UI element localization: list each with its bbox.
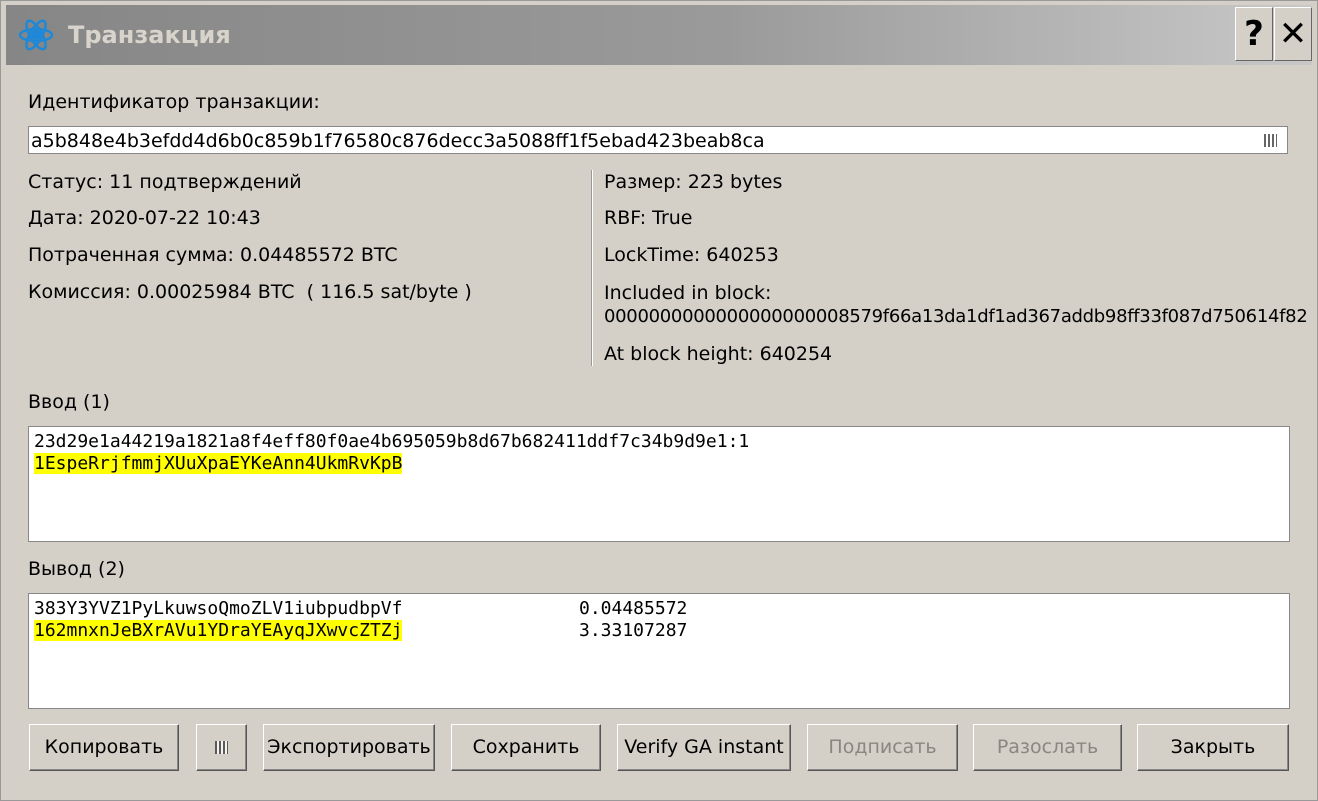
fee-text: Комиссия: 0.00025984 BTC ( 116.5 sat/byt…	[28, 281, 472, 303]
copy-button[interactable]: Копировать	[29, 724, 179, 771]
locktime-text: LockTime: 640253	[604, 244, 779, 266]
block-hash: 0000000000000000000008579f66a13da1df1ad3…	[604, 306, 1308, 327]
electrum-logo-icon	[18, 19, 54, 51]
qr-button[interactable]	[196, 724, 247, 771]
output-row: 383Y3YVZ1PyLkuwsoQmoZLV1iubpudbpVf 0.0448…	[34, 598, 1284, 620]
input-address: 1EspeRrjfmmjXUuXpaEYKeAnn4UkmRvKpB	[34, 453, 403, 474]
outputs-label: Вывод (2)	[28, 558, 125, 580]
block-label: Included in block:	[604, 282, 772, 304]
txid-value: a5b848e4b3efdd4d6b0c859b1f76580c876decc3…	[31, 130, 765, 152]
verify-ga-instant-button[interactable]: Verify GA instant	[617, 724, 791, 771]
window-title: Транзакция	[68, 21, 231, 49]
outputs-box[interactable]: 383Y3YVZ1PyLkuwsoQmoZLV1iubpudbpVf 0.0448…	[28, 593, 1290, 709]
close-window-button[interactable]: ✕	[1274, 7, 1312, 61]
output-amount: 0.04485572	[579, 598, 688, 619]
export-button[interactable]: Экспортировать	[263, 724, 435, 771]
size-text: Размер: 223 bytes	[604, 171, 783, 193]
block-height-text: At block height: 640254	[604, 343, 833, 365]
txid-field[interactable]: a5b848e4b3efdd4d6b0c859b1f76580c876decc3…	[28, 126, 1288, 154]
close-button[interactable]: Закрыть	[1137, 724, 1289, 771]
qr-code-icon[interactable]	[1264, 134, 1277, 147]
inputs-label: Ввод (1)	[28, 391, 110, 413]
inputs-box[interactable]: 23d29e1a44219a1821a8f4eff80f0ae4b695059b…	[28, 426, 1290, 542]
output-address: 383Y3YVZ1PyLkuwsoQmoZLV1iubpudbpVf	[34, 598, 403, 619]
output-row: 162mnxnJeBXrAVu1YDraYEAyqJXwvcZTZj 3.3310…	[34, 620, 1284, 642]
broadcast-button: Разослать	[973, 724, 1122, 771]
title-bar: Транзакция	[6, 5, 1312, 65]
output-address: 162mnxnJeBXrAVu1YDraYEAyqJXwvcZTZj	[34, 620, 403, 641]
sign-button: Подписать	[807, 724, 958, 771]
output-amount: 3.33107287	[579, 620, 688, 641]
amount-sent-text: Потраченная сумма: 0.04485572 BTC	[28, 244, 398, 266]
rbf-text: RBF: True	[604, 207, 693, 229]
input-prevout: 23d29e1a44219a1821a8f4eff80f0ae4b695059b…	[34, 431, 750, 452]
save-button[interactable]: Сохранить	[451, 724, 601, 771]
qr-code-icon	[215, 741, 228, 754]
date-text: Дата: 2020-07-22 10:43	[28, 207, 261, 229]
divider	[591, 170, 593, 366]
help-button[interactable]: ?	[1235, 7, 1273, 61]
status-text: Статус: 11 подтверждений	[28, 171, 302, 193]
txid-label: Идентификатор транзакции:	[28, 91, 320, 113]
